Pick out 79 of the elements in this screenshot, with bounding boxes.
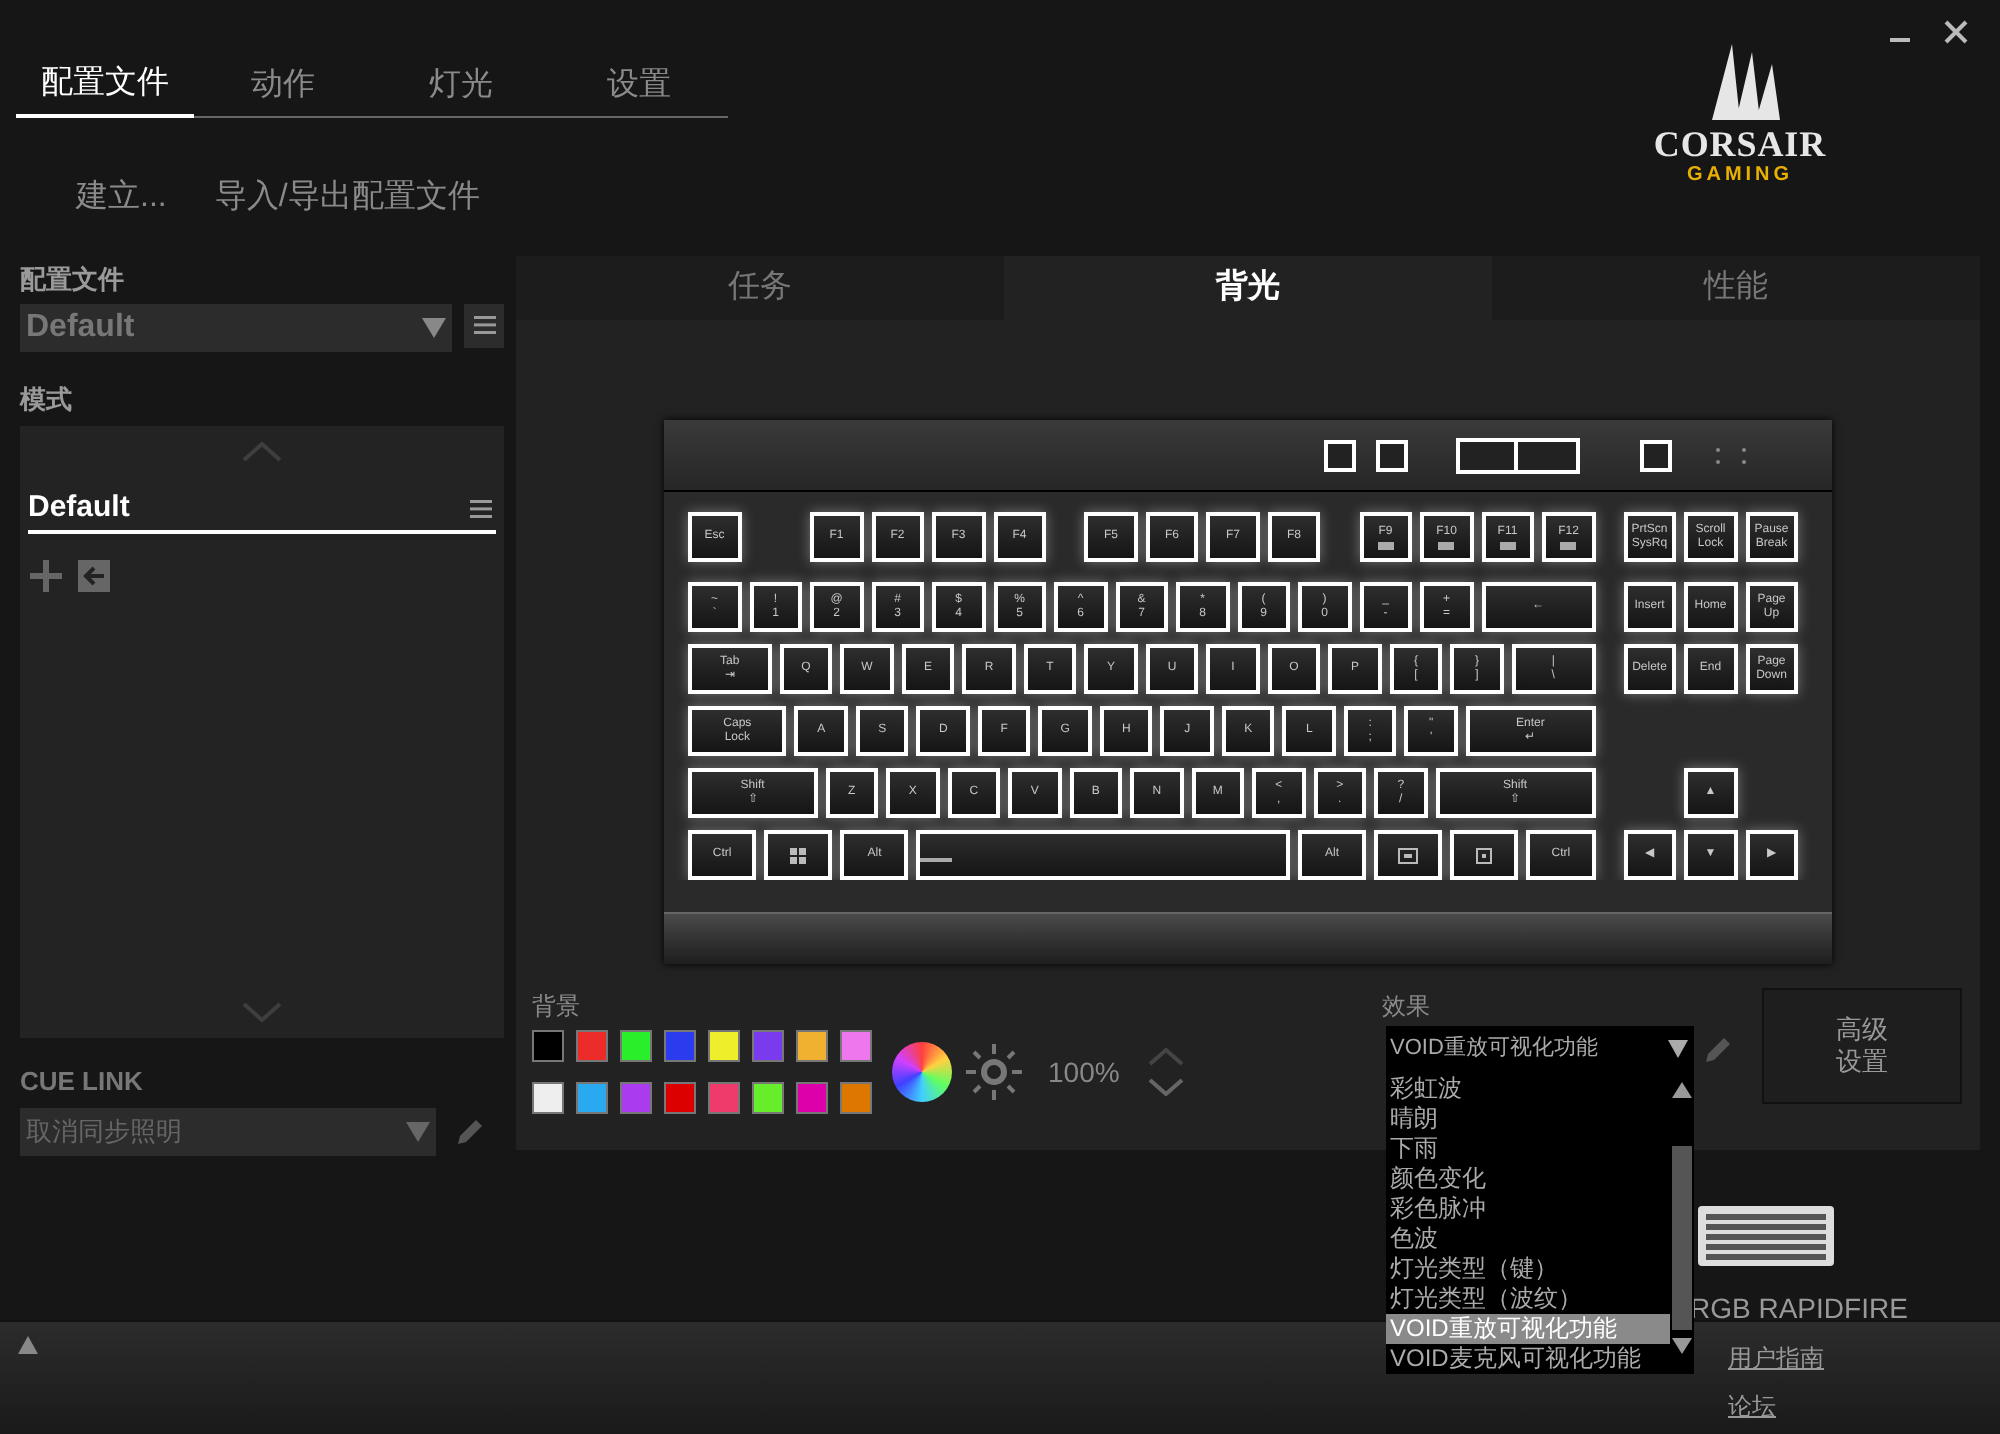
color-swatch[interactable] [664, 1030, 696, 1062]
color-swatch[interactable] [576, 1030, 608, 1062]
color-swatch[interactable] [752, 1030, 784, 1062]
keyboard-key[interactable] [1450, 830, 1519, 880]
nav-tab[interactable]: 动作 [194, 60, 372, 116]
dropdown-arrow-icon [1668, 1039, 1688, 1057]
color-swatch[interactable] [708, 1082, 740, 1114]
color-wheel-icon[interactable] [892, 1042, 952, 1102]
section-label: 效果 [1382, 990, 1432, 1024]
scroll-bottom-icon[interactable] [1672, 1338, 1692, 1354]
color-swatch[interactable] [620, 1030, 652, 1062]
expand-triangle-icon[interactable] [18, 1336, 38, 1354]
keyboard-key[interactable] [1374, 830, 1443, 880]
color-swatch[interactable] [796, 1030, 828, 1062]
color-swatch[interactable] [708, 1030, 740, 1062]
support-link[interactable]: 用户指南 [1728, 1340, 1824, 1376]
effect-option[interactable]: 下雨 [1386, 1134, 1670, 1164]
advanced-settings-button[interactable]: 高级设置 [1762, 988, 1962, 1104]
scroll-down-icon[interactable] [242, 1001, 282, 1021]
mode-item[interactable]: Default [28, 486, 496, 534]
effect-option[interactable]: 晴朗 [1386, 1104, 1670, 1134]
effect-option[interactable]: 彩虹波 [1386, 1074, 1670, 1104]
color-swatch[interactable] [796, 1082, 828, 1114]
brand-name: CORSAIR [1653, 124, 1827, 164]
scroll-top-icon[interactable] [1672, 1082, 1692, 1098]
media-icon [1560, 541, 1577, 549]
scroll-up-icon[interactable] [242, 442, 282, 462]
color-swatch[interactable] [664, 1082, 696, 1114]
scroll-thumb[interactable] [1672, 1146, 1692, 1330]
effect-option[interactable]: VOID麦克风可视化功能 [1386, 1344, 1670, 1374]
support-link[interactable]: 论坛 [1728, 1388, 1824, 1424]
effect-option[interactable]: 彩色脉冲 [1386, 1194, 1670, 1224]
media-icon [1438, 541, 1455, 549]
effect-option[interactable]: 色波 [1386, 1224, 1670, 1254]
pencil-icon[interactable] [1700, 1032, 1736, 1068]
color-swatch[interactable] [576, 1082, 608, 1114]
volume-buttons [1456, 437, 1580, 473]
keyboard-key[interactable] [916, 830, 1290, 880]
increase-icon[interactable] [1147, 1048, 1184, 1066]
keyboard-device-icon[interactable] [1696, 1204, 1836, 1268]
color-swatch[interactable] [840, 1082, 872, 1114]
media-icon [1499, 541, 1516, 549]
dropdown-arrow-icon [406, 1122, 430, 1142]
profile-action-link[interactable]: 导入/导出配置文件 [214, 174, 480, 222]
add-icon[interactable] [28, 558, 64, 594]
windows-icon [790, 847, 807, 863]
color-swatch[interactable] [532, 1082, 564, 1114]
panel-tab[interactable]: 背光 [1004, 256, 1492, 320]
nav-tab[interactable]: 配置文件 [16, 60, 194, 118]
section-label: 模式 [20, 381, 74, 417]
square-icon [1476, 847, 1493, 863]
brand-tagline: GAMING [1686, 164, 1794, 188]
effect-option[interactable]: 灯光类型（键） [1386, 1254, 1670, 1284]
menu-icon [470, 499, 492, 517]
brightness-icon[interactable] [964, 1042, 1024, 1102]
nav-tab[interactable]: 灯光 [372, 60, 550, 116]
effect-dropdown[interactable]: VOID重放可视化功能 [1386, 1026, 1694, 1070]
color-swatch[interactable] [620, 1082, 652, 1114]
nav-tab[interactable]: 设置 [550, 60, 728, 116]
section-label: 配置文件 [20, 262, 126, 298]
color-swatch[interactable] [532, 1030, 564, 1062]
color-swatch[interactable] [840, 1030, 872, 1062]
color-swatch[interactable] [752, 1082, 784, 1114]
import-icon[interactable] [76, 558, 112, 594]
section-label: CUE LINK [20, 1063, 145, 1099]
decrease-icon[interactable] [1147, 1078, 1184, 1096]
profile-action-link[interactable]: 建立... [76, 174, 167, 222]
pencil-icon[interactable] [452, 1114, 488, 1150]
media-icon [1377, 541, 1394, 549]
brightness-value: 100% [1048, 1053, 1120, 1091]
indicator-lights-icon [1712, 445, 1752, 465]
effect-option[interactable]: 颜色变化 [1386, 1164, 1670, 1194]
keyboard-key[interactable] [764, 830, 833, 880]
close-icon[interactable] [1944, 20, 1968, 44]
effect-option[interactable]: 灯光类型（波纹） [1386, 1284, 1670, 1314]
menu-icon [473, 316, 495, 334]
keyboard-glyph-icon [1398, 847, 1419, 863]
profile-menu-button[interactable] [464, 303, 504, 347]
section-label: 背景 [532, 990, 582, 1024]
